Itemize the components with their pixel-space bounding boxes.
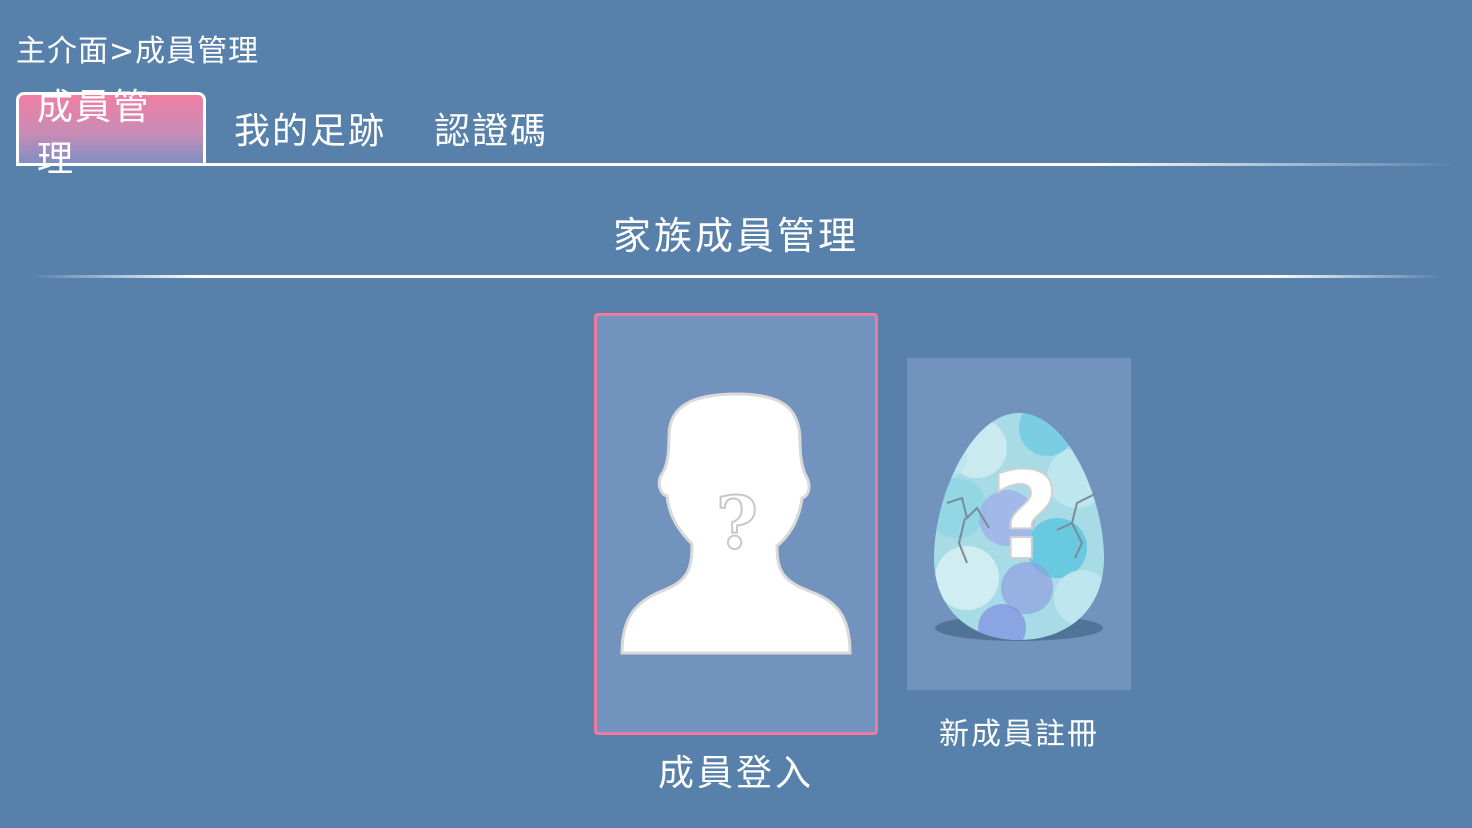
tab-underline [16, 163, 1456, 166]
tab-bar: 成員管理 我的足跡 認證碼 [16, 87, 572, 180]
new-member-register-label: 新成員註冊 [939, 717, 1099, 752]
member-login-card[interactable]: ? [594, 313, 878, 735]
tab-verification-code[interactable]: 認證碼 [410, 92, 572, 164]
member-login-label: 成員登入 [657, 753, 814, 794]
breadcrumb: 主介面>成員管理 [16, 34, 260, 69]
svg-text:?: ? [990, 448, 1060, 587]
mystery-egg-icon: ? [934, 413, 1104, 641]
tab-member-management[interactable]: 成員管理 [16, 87, 206, 180]
section-divider [30, 275, 1442, 278]
new-member-register-card[interactable]: ? [907, 358, 1131, 690]
tab-my-footprints[interactable]: 我的足跡 [210, 92, 410, 164]
member-management-screen: 主介面>成員管理 成員管理 我的足跡 認證碼 家族成員管理 ? 成員登入 ? 新… [0, 0, 1472, 828]
section-title: 家族成員管理 [612, 214, 859, 258]
unknown-person-icon: ? [620, 392, 852, 655]
svg-text:?: ? [716, 480, 758, 565]
